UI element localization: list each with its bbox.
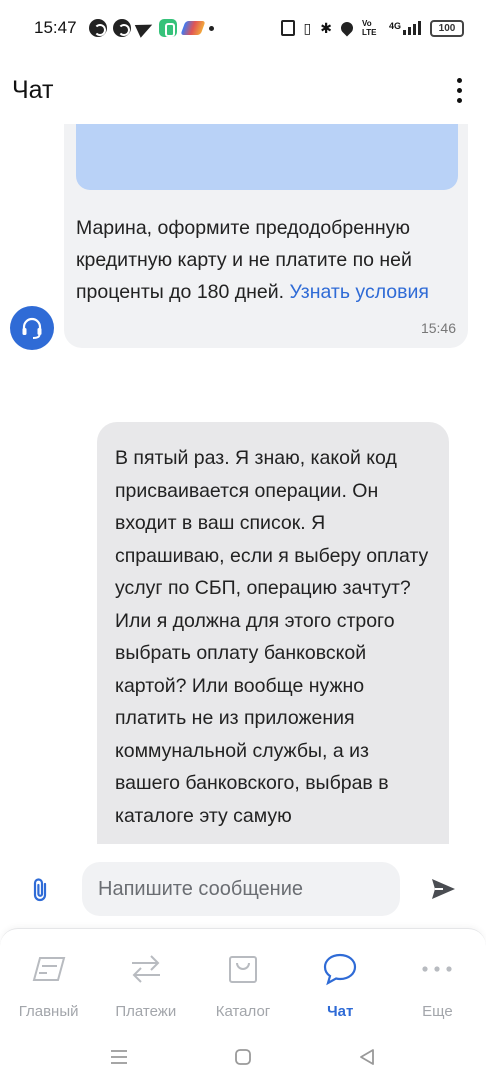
bot-message-text: Марина, оформите предодобренную кредитну… [76,217,429,303]
back-triangle-icon [360,1049,374,1065]
signal-icon: 4G [389,21,421,35]
nav-label: Еще [422,1003,453,1020]
status-time: 15:47 [34,18,77,37]
app-notification-icon [88,19,107,37]
nfc-icon [280,20,295,36]
back-button[interactable] [355,1045,379,1069]
recents-button[interactable] [107,1045,131,1069]
user-message-text: В пятый раз. Я знаю, какой код присваива… [115,447,429,827]
location-icon [338,19,356,37]
status-bar: 15:47 ▯ ✱ Vo LTE 4G 100 [0,0,486,56]
app-colorful-icon [179,21,206,35]
learn-terms-link[interactable]: Узнать условия [290,281,429,303]
bluetooth-icon: ✱ [320,19,332,36]
promo-image[interactable] [76,124,458,190]
chat-messages[interactable]: Марина, оформите предодобренную кредитну… [0,124,486,844]
nav-label: Чат [327,1003,354,1020]
message-timestamp: 15:46 [420,320,456,336]
vibrate-icon: ▯ [303,19,312,36]
shopping-bag-icon [223,949,263,989]
app-notification-icon [112,19,131,37]
bottom-navigation: Главный Платежи Каталог Чат Еще [0,929,486,1033]
send-arrow-icon [432,879,455,899]
telegram-icon [134,18,155,38]
send-button[interactable] [428,874,458,904]
user-message-bubble: В пятый раз. Я знаю, какой код присваива… [97,422,449,844]
nav-label: Главный [18,1003,79,1020]
attach-button[interactable] [28,876,54,904]
vertical-dots-icon [456,77,462,83]
headset-icon [22,317,42,339]
overflow-menu-button[interactable] [444,70,474,110]
page-title: Чат [12,75,54,104]
app-green-icon [158,19,177,37]
nav-label: Платежи [115,1003,177,1020]
bottom-panel: Главный Платежи Каталог Чат Еще [0,928,486,1080]
chat-bubble-icon [320,949,360,989]
system-navigation [0,1033,486,1080]
volte-icon: Vo LTE [361,19,377,37]
bot-message-bubble: Марина, оформите предодобренную кредитну… [64,124,468,348]
transfer-arrows-icon [126,949,166,989]
nav-item-home[interactable]: Главный [0,929,97,1033]
support-avatar [10,306,54,350]
notification-icons [88,18,214,38]
more-notifications-dot-icon [208,25,214,31]
nav-label: Каталог [215,1003,271,1020]
system-icons: ▯ ✱ Vo LTE 4G 100 [280,19,464,37]
app-bar: Чат [0,56,486,124]
paperclip-icon [33,878,47,902]
menu-lines-icon [111,1050,127,1064]
message-input[interactable] [82,862,400,916]
nav-item-catalog[interactable]: Каталог [194,929,291,1033]
home-button[interactable] [231,1045,255,1069]
square-icon [235,1049,251,1065]
battery-icon: 100 [430,19,464,37]
more-dots-icon [417,949,457,989]
nav-item-payments[interactable]: Платежи [97,929,194,1033]
message-composer [0,862,486,916]
home-card-icon [29,949,69,989]
nav-item-chat[interactable]: Чат [292,929,389,1033]
nav-item-more[interactable]: Еще [389,929,486,1033]
